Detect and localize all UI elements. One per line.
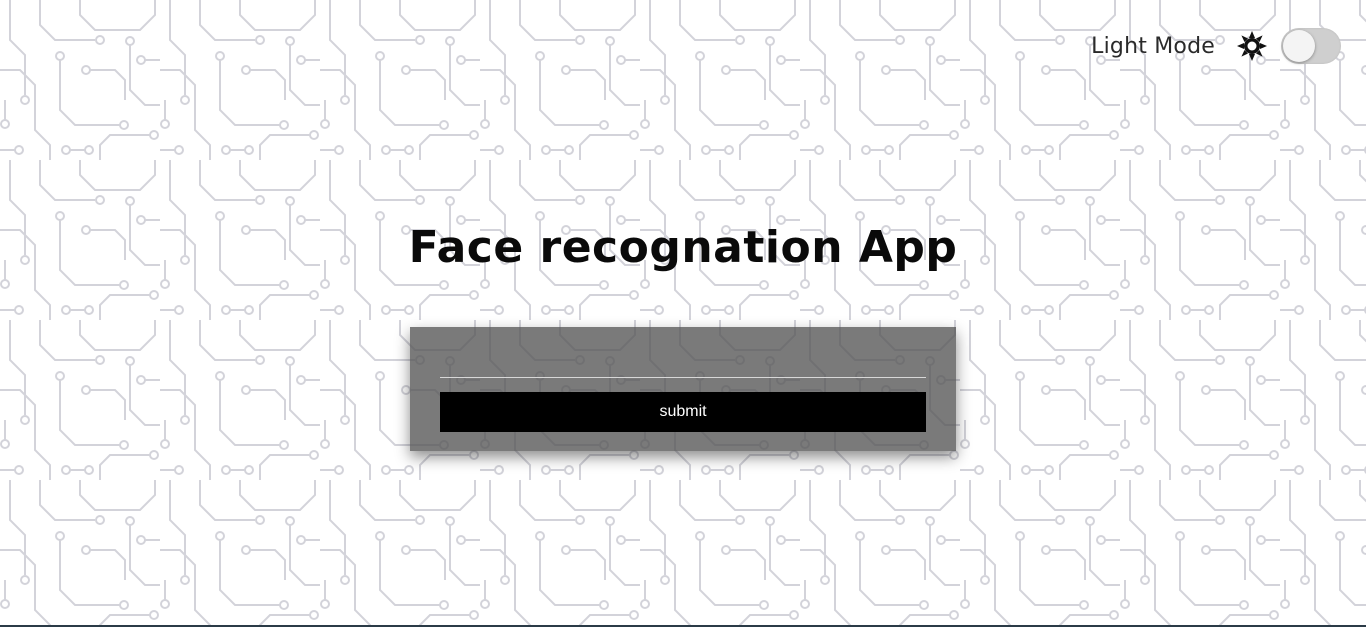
page-title: Face recognation App <box>408 222 958 273</box>
circuit-background <box>0 0 1366 627</box>
submit-button[interactable]: submit <box>440 392 926 432</box>
theme-switcher: Light Mode <box>1091 28 1341 64</box>
toggle-knob <box>1283 30 1315 62</box>
sun-icon <box>1235 29 1269 63</box>
mode-label: Light Mode <box>1091 33 1215 59</box>
image-url-input[interactable] <box>440 363 926 378</box>
theme-toggle[interactable] <box>1281 28 1341 64</box>
url-form: submit <box>410 327 956 451</box>
